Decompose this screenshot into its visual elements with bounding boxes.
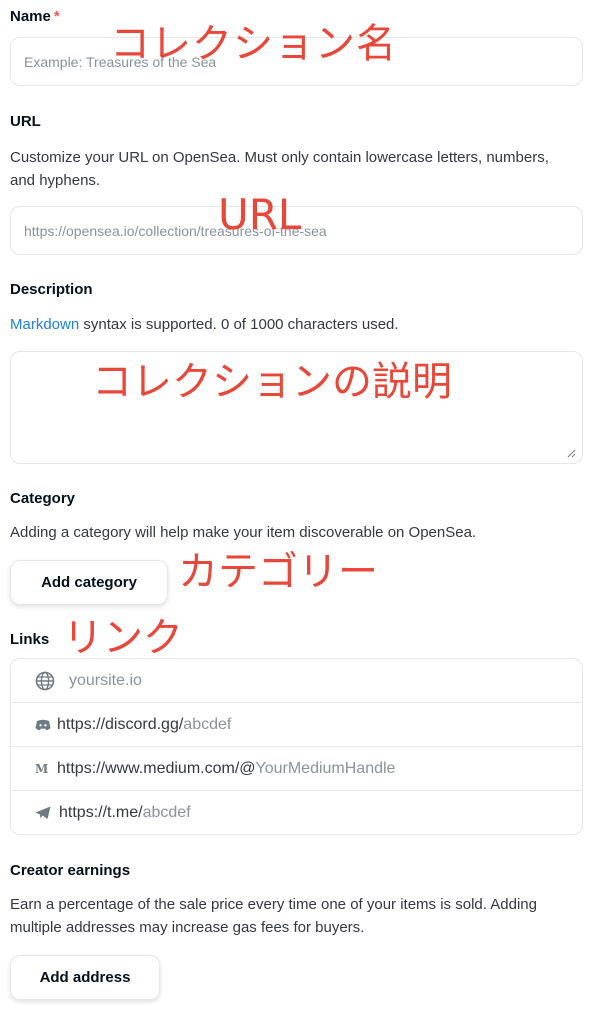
markdown-link[interactable]: Markdown — [10, 316, 79, 333]
url-label: URL — [10, 113, 41, 130]
name-annotation: コレクション名 — [110, 21, 397, 67]
earnings-label: Creator earnings — [10, 862, 131, 879]
telegram-placeholder: abcdef — [142, 804, 191, 821]
description-label: Description — [10, 281, 93, 298]
discord-icon — [35, 719, 51, 731]
add-address-button[interactable]: Add address — [10, 955, 160, 1000]
description-annotation: コレクションの説明 — [92, 359, 452, 405]
link-row-website[interactable]: yoursite.io — [11, 659, 582, 703]
links-group: yoursite.io https://discord.gg/abcdef M … — [10, 658, 583, 835]
earnings-description: Earn a percentage of the sale price ever… — [10, 896, 537, 936]
url-description: Customize your URL on OpenSea. Must only… — [10, 149, 549, 189]
telegram-prefix: https://t.me/ — [59, 804, 143, 821]
discord-prefix: https://discord.gg/ — [57, 715, 184, 733]
medium-placeholder: YourMediumHandle — [255, 759, 396, 777]
telegram-icon — [35, 806, 53, 820]
name-label: Name * — [10, 8, 60, 25]
description-help: Markdown syntax is supported. 0 of 1000 … — [10, 316, 399, 333]
link-row-telegram[interactable]: https://t.me/abcdef — [11, 791, 582, 834]
globe-icon — [35, 671, 57, 691]
category-label: Category — [10, 490, 76, 507]
medium-icon: M — [35, 761, 49, 776]
link-row-medium[interactable]: M https://www.medium.com/@ YourMediumHand… — [11, 747, 582, 791]
medium-prefix: https://www.medium.com/@ — [57, 759, 256, 777]
add-category-button[interactable]: Add category — [10, 560, 168, 605]
links-label: Links — [10, 631, 50, 648]
website-placeholder: yoursite.io — [69, 671, 142, 689]
url-annotation: URL — [218, 190, 302, 239]
category-description: Adding a category will help make your it… — [10, 524, 477, 541]
link-row-discord[interactable]: https://discord.gg/abcdef — [11, 703, 582, 747]
required-mark: * — [53, 8, 60, 25]
resize-handle-icon[interactable] — [566, 448, 576, 458]
links-annotation: リンク — [63, 615, 183, 661]
discord-placeholder: abcdef — [183, 715, 232, 733]
category-annotation: カテゴリー — [178, 549, 378, 595]
